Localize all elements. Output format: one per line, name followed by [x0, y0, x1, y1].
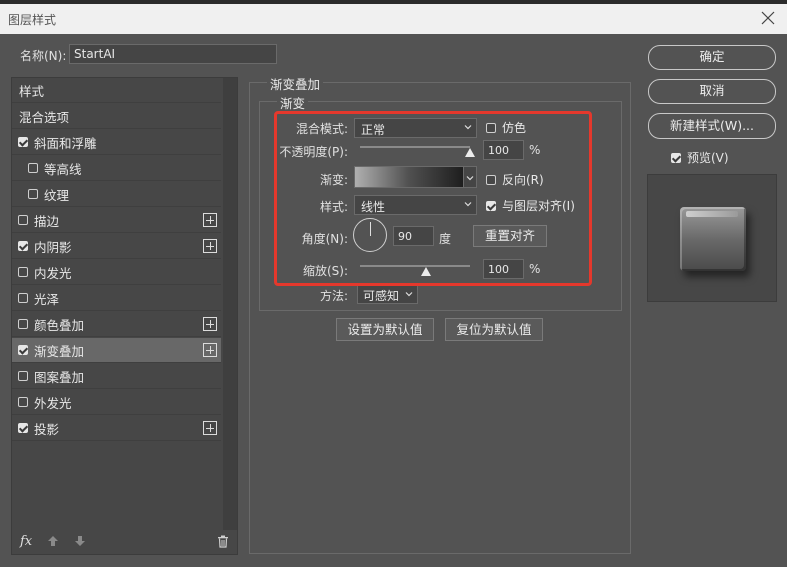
sidebar-header-styles[interactable]: 样式	[12, 78, 221, 103]
highlight-box	[274, 111, 592, 286]
method-select[interactable]: 可感知	[357, 285, 418, 304]
sidebar-item[interactable]: 颜色叠加	[12, 312, 221, 337]
sidebar-item[interactable]: 外发光	[12, 390, 221, 415]
method-label: 方法:	[319, 289, 348, 303]
preview-thumbnail	[647, 174, 777, 302]
preview-label: 预览(V)	[687, 151, 729, 165]
add-effect-icon[interactable]	[203, 343, 217, 357]
sidebar-item-label: 渐变叠加	[34, 343, 85, 359]
sidebar-item[interactable]: 描边	[12, 208, 221, 233]
sidebar-item-label: 颜色叠加	[34, 317, 85, 333]
preview-shape	[680, 207, 746, 271]
sidebar-item-label: 光泽	[34, 291, 60, 307]
sidebar-checkbox[interactable]	[18, 371, 28, 381]
sidebar-item-label: 投影	[34, 421, 60, 437]
ok-button[interactable]: 确定	[648, 45, 776, 70]
sidebar-scrollbar[interactable]	[223, 78, 237, 530]
sidebar-checkbox[interactable]	[18, 137, 28, 147]
panel-subtitle: 渐变	[277, 93, 309, 112]
sidebar-item[interactable]: 光泽	[12, 286, 221, 311]
sidebar-item-label: 外发光	[34, 395, 72, 411]
sidebar-item[interactable]: 图案叠加	[12, 364, 221, 389]
trash-icon[interactable]	[217, 535, 229, 548]
styles-sidebar: 样式 混合选项 斜面和浮雕等高线纹理描边内阴影内发光光泽颜色叠加渐变叠加图案叠加…	[11, 77, 238, 555]
method-value: 可感知	[363, 289, 400, 303]
sidebar-checkbox[interactable]	[18, 215, 28, 225]
sidebar-item[interactable]: 内阴影	[12, 234, 221, 259]
sidebar-item[interactable]: 内发光	[12, 260, 221, 285]
title-bar: 图层样式	[0, 4, 787, 34]
sidebar-item-label: 描边	[34, 213, 60, 229]
name-label: 名称(N):	[20, 49, 67, 63]
sidebar-item-label: 等高线	[44, 161, 82, 177]
reset-default-button[interactable]: 复位为默认值	[445, 318, 543, 341]
add-effect-icon[interactable]	[203, 421, 217, 435]
window-title: 图层样式	[8, 13, 57, 27]
sidebar-checkbox[interactable]	[18, 345, 28, 355]
panel-title: 渐变叠加	[267, 74, 324, 93]
sidebar-item-label: 混合选项	[19, 109, 70, 125]
new-style-button[interactable]: 新建样式(W)...	[648, 113, 776, 139]
sidebar-item-label: 内阴影	[34, 239, 72, 255]
move-up-icon[interactable]	[47, 535, 59, 547]
close-icon[interactable]	[757, 7, 779, 29]
sidebar-checkbox[interactable]	[28, 163, 38, 173]
preview-checkbox[interactable]: 预览(V)	[671, 149, 729, 166]
add-effect-icon[interactable]	[203, 213, 217, 227]
sidebar-item[interactable]: 渐变叠加	[12, 338, 221, 363]
chevron-down-icon	[405, 292, 413, 297]
add-effect-icon[interactable]	[203, 317, 217, 331]
sidebar-item-label: 内发光	[34, 265, 72, 281]
sidebar-item[interactable]: 斜面和浮雕	[12, 130, 221, 155]
sidebar-checkbox[interactable]	[18, 397, 28, 407]
sidebar-item-blend-options[interactable]: 混合选项	[12, 104, 221, 129]
sidebar-checkbox[interactable]	[18, 241, 28, 251]
sidebar-item-label: 样式	[19, 83, 45, 99]
sidebar-checkbox[interactable]	[18, 319, 28, 329]
sidebar-footer: fx	[12, 530, 237, 554]
sidebar-checkbox[interactable]	[18, 423, 28, 433]
cancel-button[interactable]: 取消	[648, 79, 776, 104]
sidebar-item-label: 斜面和浮雕	[34, 135, 97, 151]
fx-button[interactable]: fx	[20, 534, 32, 549]
set-default-button[interactable]: 设置为默认值	[336, 318, 434, 341]
sidebar-item[interactable]: 投影	[12, 416, 221, 441]
sidebar-checkbox[interactable]	[28, 189, 38, 199]
sidebar-item-label: 纹理	[44, 187, 70, 203]
sidebar-item-label: 图案叠加	[34, 369, 85, 385]
sidebar-checkbox[interactable]	[18, 293, 28, 303]
sidebar-item[interactable]: 等高线	[12, 156, 221, 181]
sidebar-checkbox[interactable]	[18, 267, 28, 277]
name-input[interactable]: StartAI	[69, 44, 277, 64]
sidebar-item[interactable]: 纹理	[12, 182, 221, 207]
add-effect-icon[interactable]	[203, 239, 217, 253]
move-down-icon[interactable]	[74, 535, 86, 547]
preview-check-icon	[671, 152, 681, 163]
